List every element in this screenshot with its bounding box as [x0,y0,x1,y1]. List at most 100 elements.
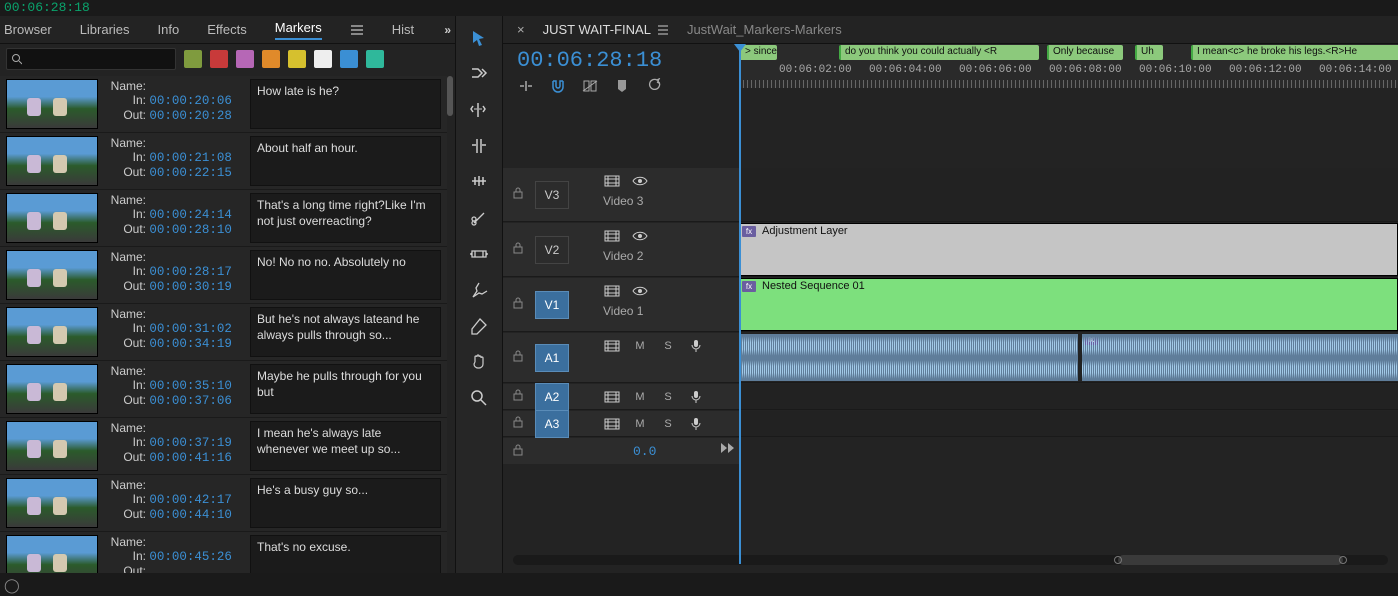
film-icon[interactable] [603,337,621,355]
marker-search-input[interactable] [6,48,176,70]
color-swatch-2[interactable] [236,50,254,68]
h-scroll-handle-right[interactable] [1339,556,1347,564]
lock-icon[interactable] [503,187,533,202]
ruler-ticks[interactable]: 00:06:02:0000:06:04:0000:06:06:0000:06:0… [739,62,1398,88]
marker-row[interactable]: Name: In: 00:00:35:10Out: 00:00:37:06May… [0,361,447,418]
marker-add-icon[interactable] [613,77,631,95]
playhead[interactable] [739,44,741,564]
marker-comment[interactable]: About half an hour. [250,136,441,186]
film-icon[interactable] [603,172,621,190]
color-swatch-4[interactable] [288,50,306,68]
solo-toggle[interactable]: S [659,388,677,406]
marker-comment[interactable]: That's a long time right?Like I'm not ju… [250,193,441,243]
tab-libraries[interactable]: Libraries [80,22,130,37]
marker-comment[interactable]: He's a busy guy so... [250,478,441,528]
marker-thumbnail[interactable] [6,136,98,186]
track-target-V2[interactable]: V2 [535,236,569,264]
fx-badge-icon[interactable]: fx [742,226,756,237]
solo-toggle[interactable]: S [659,415,677,433]
audio-clip[interactable]: fx [1081,333,1398,382]
audio-clip[interactable] [739,333,1079,382]
marker-thumbnail[interactable] [6,193,98,243]
marker-comment[interactable]: No! No no no. Absolutely no [250,250,441,300]
slide-tool[interactable] [467,280,491,300]
rate-stretch-tool[interactable] [467,172,491,192]
h-scroll-thumb[interactable] [1118,555,1343,565]
color-swatch-3[interactable] [262,50,280,68]
marker-thumbnail[interactable] [6,79,98,129]
sequence-menu-icon[interactable] [657,25,669,35]
marker-comment[interactable]: I mean he's always late whenever we meet… [250,421,441,471]
video-track-body-V1[interactable]: fxNested Sequence 01 [739,278,1398,332]
mute-toggle[interactable]: M [631,337,649,355]
eye-icon[interactable] [631,172,649,190]
selection-tool[interactable] [467,28,491,48]
marker-row[interactable]: Name: In: 00:00:37:19Out: 00:00:41:16I m… [0,418,447,475]
color-swatch-0[interactable] [184,50,202,68]
marker-search-field[interactable] [26,52,171,66]
marker-thumbnail[interactable] [6,478,98,528]
snap-icon[interactable] [549,77,567,95]
timeline-marker[interactable]: Only because [1047,45,1123,60]
film-icon[interactable] [603,388,621,406]
tabs-overflow-icon[interactable]: » [444,23,451,37]
creative-cloud-icon[interactable]: ◯ [4,577,20,594]
h-scroll-handle-left[interactable] [1114,556,1122,564]
clip[interactable]: fxNested Sequence 01 [739,278,1398,331]
track-target-A1[interactable]: A1 [535,344,569,372]
lock-icon[interactable] [503,242,533,257]
timeline-marker-strip[interactable]: > sincedo you think you could actually <… [739,44,1398,62]
audio-track-body-A2[interactable] [739,384,1398,410]
video-track-header-V2[interactable]: V2Video 2 [503,223,739,277]
close-sequence-icon[interactable]: × [517,22,525,37]
lock-icon[interactable] [503,389,533,404]
tab-info[interactable]: Info [158,22,180,37]
audio-zoom-value[interactable]: 0.0 [633,444,656,459]
mic-icon[interactable] [687,337,705,355]
razor-tool[interactable] [467,208,491,228]
mute-toggle[interactable]: M [631,388,649,406]
lock-icon[interactable] [503,416,533,431]
audio-track-body-A3[interactable] [739,411,1398,437]
marker-row[interactable]: Name: In: 00:00:24:14Out: 00:00:28:10Tha… [0,190,447,247]
insert-mode-icon[interactable] [517,77,535,95]
time-ruler[interactable]: > sincedo you think you could actually <… [739,44,1398,104]
lock-icon[interactable] [503,297,533,312]
pen-tool[interactable] [467,316,491,336]
zoom-tool[interactable] [467,388,491,408]
marker-thumbnail[interactable] [6,421,98,471]
film-icon[interactable] [603,415,621,433]
film-icon[interactable] [603,282,621,300]
track-forward-tool[interactable] [467,64,491,84]
marker-comment[interactable]: But he's not always lateand he always pu… [250,307,441,357]
color-swatch-7[interactable] [366,50,384,68]
color-swatch-1[interactable] [210,50,228,68]
video-track-header-V3[interactable]: V3Video 3 [503,168,739,222]
marker-thumbnail[interactable] [6,535,98,573]
timeline-marker[interactable]: I mean<c> he broke his legs.<R>He [1191,45,1398,60]
tab-history[interactable]: Hist [392,22,414,37]
rolling-tool[interactable] [467,136,491,156]
marker-row[interactable]: Name: In: 00:00:45:26Out: That's no excu… [0,532,447,573]
track-target-A3[interactable]: A3 [535,410,569,438]
mic-icon[interactable] [687,415,705,433]
color-swatch-6[interactable] [340,50,358,68]
audio-track-header-A3[interactable]: A3 MS [503,411,739,437]
sequence-tab-inactive[interactable]: JustWait_Markers-Markers [687,22,842,37]
marker-row[interactable]: Name: In: 00:00:20:06Out: 00:00:20:28How… [0,76,447,133]
mute-toggle[interactable]: M [631,415,649,433]
color-swatch-5[interactable] [314,50,332,68]
linked-selection-icon[interactable] [581,77,599,95]
fx-badge-icon[interactable]: fx [742,281,756,292]
lock-icon[interactable] [503,444,533,459]
video-track-body-V3[interactable] [739,168,1398,222]
timeline-marker[interactable]: do you think you could actually <R [839,45,1039,60]
mic-icon[interactable] [687,388,705,406]
marker-comment[interactable]: Maybe he pulls through for you but [250,364,441,414]
track-target-V3[interactable]: V3 [535,181,569,209]
lock-icon[interactable] [503,350,533,365]
marker-thumbnail[interactable] [6,364,98,414]
marker-thumbnail[interactable] [6,307,98,357]
marker-row[interactable]: Name: In: 00:00:28:17Out: 00:00:30:19No!… [0,247,447,304]
tab-markers[interactable]: Markers [275,20,322,40]
